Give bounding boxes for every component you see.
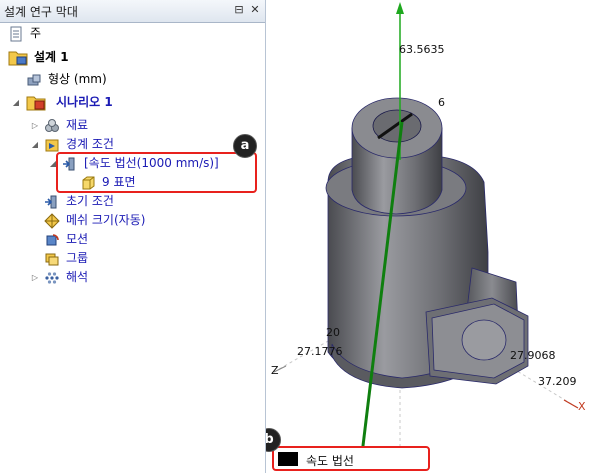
tree-item-materials[interactable]: ▷ 재료 — [0, 116, 266, 135]
tree-item-geometry[interactable]: 형상 (mm) — [0, 70, 266, 89]
tree-item-initial-conditions[interactable]: 초기 조건 — [0, 192, 266, 211]
dim-label-left-partial: 20 — [326, 326, 340, 339]
initial-condition-icon — [45, 195, 57, 209]
tree-item-label: 메쉬 크기(자동) — [66, 213, 146, 227]
pin-button[interactable]: ⊟ — [232, 3, 246, 17]
tree-item-label: 시나리오 1 — [56, 95, 113, 109]
tree-item-label: 재료 — [66, 118, 89, 132]
tree-item-label: 모션 — [66, 232, 89, 246]
axis-label-z: Z — [271, 364, 279, 377]
collapse-arrow-icon[interactable]: ◢ — [30, 135, 40, 154]
tree-item-mesh-size[interactable]: 메쉬 크기(자동) — [0, 211, 266, 230]
tree-item-label: 초기 조건 — [66, 194, 114, 208]
x-axis-arrow — [563, 399, 579, 409]
dim-label-right: 27.9068 — [510, 349, 556, 362]
motion-icon — [46, 234, 59, 246]
axis-label-x: X — [578, 400, 586, 413]
up-arrow-icon — [396, 2, 404, 14]
callout-a-highlight — [56, 152, 257, 193]
dim-label-top: 63.5635 — [399, 43, 445, 56]
tree-item-label: 설계 1 — [34, 50, 69, 64]
document-icon — [10, 26, 22, 42]
graphics-viewport[interactable]: 63.5635 6 20 27.1776 27.9068 37.209 Z X … — [266, 0, 595, 473]
panel-title: 설계 연구 막대 — [4, 5, 78, 19]
dim-label-left: 27.1776 — [297, 345, 343, 358]
tree-item-motion[interactable]: 모션 — [0, 230, 266, 249]
design-folder-icon — [8, 51, 28, 66]
mesh-icon — [44, 213, 60, 229]
boundary-condition-icon — [45, 139, 59, 152]
tree-item-label: 주 — [30, 26, 42, 40]
boundary-tag-label[interactable]: 속도 법선 — [306, 452, 354, 469]
panel-titlebar: 설계 연구 막대 ⊟ ✕ — [0, 0, 265, 23]
tree-item-label: 형상 (mm) — [48, 72, 107, 86]
color-swatch — [278, 452, 298, 466]
dim-label-right-axis: 37.209 — [538, 375, 577, 388]
group-icon — [45, 253, 59, 266]
model-canvas[interactable] — [266, 0, 595, 473]
tree-item-root[interactable]: 주 — [0, 24, 266, 43]
close-button[interactable]: ✕ — [248, 3, 262, 17]
tree-item-label: 그룹 — [66, 251, 89, 265]
tree-item-groups[interactable]: 그룹 — [0, 249, 266, 268]
tree-item-label: 해석 — [66, 270, 89, 284]
scenario-folder-icon — [26, 96, 46, 111]
geometry-icon — [27, 74, 41, 86]
part-model[interactable] — [325, 97, 529, 389]
design-study-bar: 설계 연구 막대 ⊟ ✕ 주 설계 1 형상 (mm) ◢ 시나리오 1 ▷ 재… — [0, 0, 266, 473]
callout-a-badge: a — [233, 134, 257, 158]
materials-icon — [45, 119, 59, 132]
expand-arrow-icon[interactable]: ▷ — [30, 268, 40, 287]
analysis-icon — [45, 272, 59, 284]
collapse-arrow-icon[interactable]: ◢ — [11, 93, 21, 112]
dim-label-part: 6 — [438, 96, 445, 109]
tree-item-design[interactable]: 설계 1 — [0, 48, 266, 67]
expand-arrow-icon[interactable]: ▷ — [30, 116, 40, 135]
tree-item-scenario[interactable]: ◢ 시나리오 1 — [0, 93, 266, 112]
tree-item-analysis[interactable]: ▷ 해석 — [0, 268, 266, 287]
